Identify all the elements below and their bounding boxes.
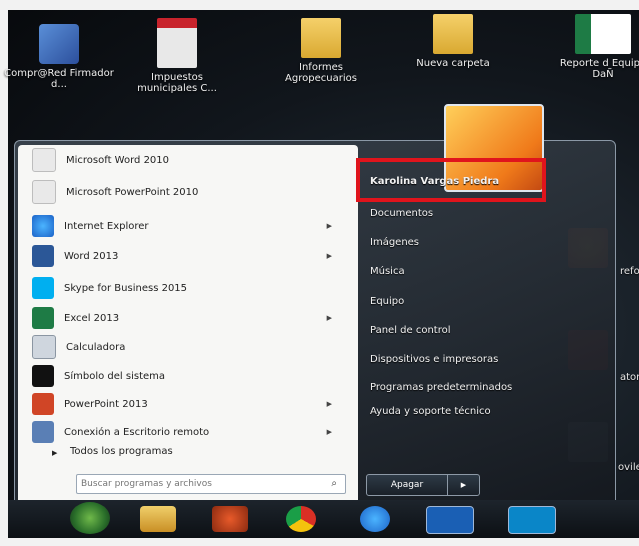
shutdown-button[interactable]: Apagar [367,475,448,495]
submenu-arrow-icon: ▶ [326,400,332,408]
skype-icon [32,277,54,299]
program-label: Excel 2013 [64,312,120,324]
program-item[interactable]: Calculadora [18,333,340,361]
all-programs-arrow-icon: ▶ [52,449,58,457]
outlook-icon[interactable] [426,506,474,534]
desktop-icon-label: Reporte d Equipo DaÑ [559,58,639,80]
excel-icon [32,307,54,329]
program-item[interactable]: Conexión a Escritorio remoto ▶ [18,418,340,446]
program-item[interactable]: Símbolo del sistema [18,362,340,390]
photo-frame-top [0,0,639,10]
shutdown-options-arrow-icon[interactable]: ▶ [448,475,479,495]
program-label: Microsoft PowerPoint 2010 [66,186,199,198]
submenu-arrow-icon: ▶ [326,222,332,230]
background-text: refo [620,266,639,277]
folder-icon [301,18,341,58]
program-label: Calculadora [66,341,126,353]
powerpoint-icon [32,393,54,415]
desktop-icon-label: Impuestos municipales C... [137,72,217,94]
program-label: Skype for Business 2015 [64,282,188,294]
program-label: PowerPoint 2013 [64,398,148,410]
all-programs-link[interactable]: Todos los programas [70,446,173,457]
program-item[interactable]: Word 2013 ▶ [18,242,340,270]
skype-taskbar-icon[interactable] [508,506,556,534]
submenu-arrow-icon: ▶ [326,428,332,436]
desktop-icon-label: Nueva carpeta [416,58,490,69]
program-label: Word 2013 [64,250,119,262]
photo-frame-bottom [0,538,639,546]
submenu-arrow-icon: ▶ [326,314,332,322]
search-input[interactable] [77,478,323,490]
program-label: Conexión a Escritorio remoto [64,426,210,438]
desktop-icon-reporte[interactable]: Reporte d Equipo DaÑ [548,14,639,80]
program-item[interactable]: PowerPoint 2013 ▶ [18,390,340,418]
desktop-icon-label: Compr@Red Firmador d... [4,68,114,90]
link-default-programs[interactable]: Programas predeterminados [370,382,512,393]
shutdown-control: Apagar ▶ [366,474,480,496]
link-music[interactable]: Música [370,266,405,277]
excel-file-icon [575,14,631,54]
link-documents[interactable]: Documentos [370,208,433,219]
program-label: Microsoft Word 2010 [66,154,170,166]
program-item[interactable]: Microsoft Word 2010 [18,146,340,174]
network-app-icon [39,24,79,64]
desktop-icon-nueva-carpeta[interactable]: Nueva carpeta [398,14,508,69]
link-computer[interactable]: Equipo [370,296,404,307]
desktop-icon-informes[interactable]: Informes Agropecuarios [266,18,376,84]
desktop-icon-label: Informes Agropecuarios [285,62,357,84]
file-explorer-icon[interactable] [140,506,176,532]
command-prompt-icon [32,365,54,387]
link-control-panel[interactable]: Panel de control [370,325,451,336]
word-icon [32,245,54,267]
document-icon [32,180,56,204]
start-button-icon[interactable] [70,502,110,534]
program-item[interactable]: Internet Explorer ▶ [18,212,340,240]
pdf-icon [157,18,197,68]
search-box[interactable]: ⌕ [76,474,346,494]
program-item[interactable]: Skype for Business 2015 [18,274,340,302]
submenu-arrow-icon: ▶ [326,252,332,260]
folder-icon [433,14,473,54]
document-icon [32,148,56,172]
background-text: ovile [618,462,639,473]
link-help-support[interactable]: Ayuda y soporte técnico [370,406,491,417]
program-label: Símbolo del sistema [64,370,166,382]
search-icon[interactable]: ⌕ [331,478,337,489]
remote-desktop-icon [32,421,54,443]
internet-explorer-icon [32,215,54,237]
annotation-highlight-box [356,158,546,202]
internet-explorer-taskbar-icon[interactable] [360,506,390,532]
program-label: Internet Explorer [64,220,149,232]
desktop-icon-impuestos[interactable]: Impuestos municipales C... [122,18,232,94]
link-images[interactable]: Imágenes [370,237,419,248]
background-text: ator [620,372,639,383]
calculator-icon [32,335,56,359]
link-devices-printers[interactable]: Dispositivos e impresoras [370,354,498,365]
desktop-icon-comprared[interactable]: Compr@Red Firmador d... [4,24,114,90]
media-player-icon[interactable] [212,506,248,532]
program-item[interactable]: Microsoft PowerPoint 2010 [18,178,340,206]
program-item[interactable]: Excel 2013 ▶ [18,304,340,332]
chrome-icon[interactable] [286,506,316,532]
